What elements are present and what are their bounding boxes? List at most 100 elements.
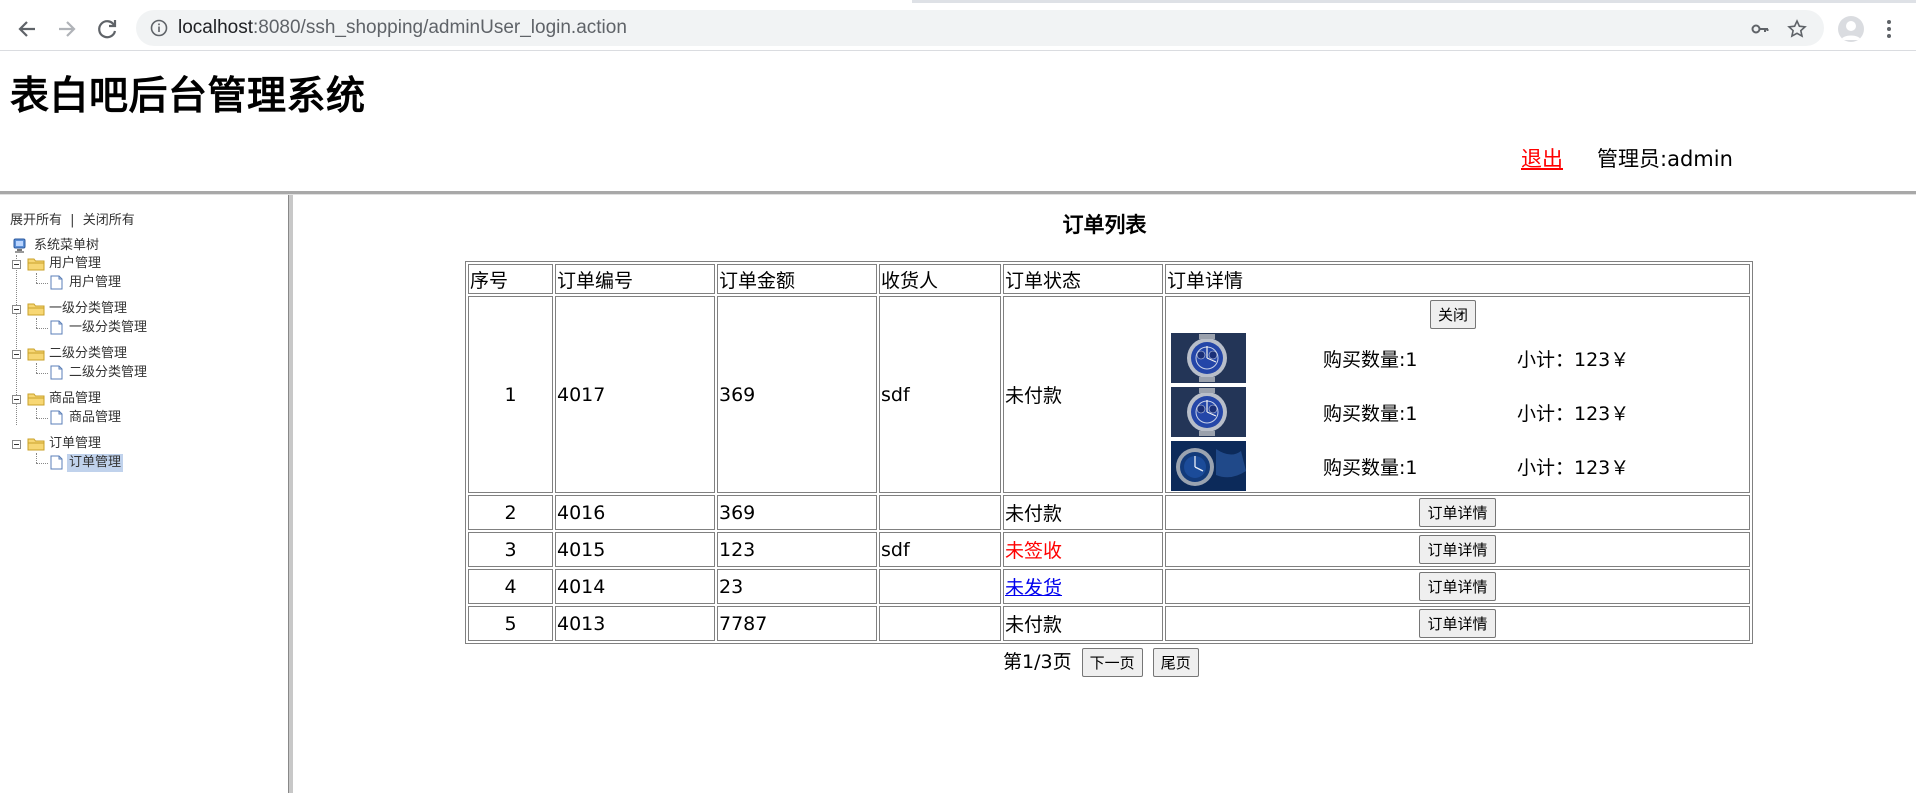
tree-controls: 展开所有 | 关闭所有 xyxy=(10,209,135,228)
cell-amount: 369 xyxy=(717,296,877,493)
tree-item-label: 订单管理 xyxy=(67,454,124,472)
last-page-button[interactable]: 尾页 xyxy=(1152,648,1199,677)
tree-branch-line xyxy=(36,273,37,283)
tree-item-category1[interactable]: 一级分类管理 xyxy=(67,319,149,337)
tree-branch-line xyxy=(36,283,48,284)
reload-button[interactable] xyxy=(93,15,121,43)
cell-order-code: 4015 xyxy=(555,532,715,567)
browser-toolbar: localhost:8080/ssh_shopping/adminUser_lo… xyxy=(0,3,1916,51)
expand-all-link[interactable]: 展开所有 xyxy=(10,213,62,228)
tree-item-users[interactable]: 用户管理 xyxy=(67,274,123,292)
address-bar[interactable]: localhost:8080/ssh_shopping/adminUser_lo… xyxy=(136,10,1824,46)
cell-receiver xyxy=(879,606,1001,641)
collapse-toggle-icon[interactable] xyxy=(12,440,21,449)
tree-item-category2[interactable]: 二级分类管理 xyxy=(67,364,149,382)
tree-root-label: 系统菜单树 xyxy=(34,238,100,253)
column-header: 序号 xyxy=(468,264,553,294)
order-list-frame: 订单列表 序号 订单编号 订单金额 收货人 订单状态 订单详情 1 4017 3… xyxy=(293,195,1916,793)
tree-group-category1[interactable]: 一级分类管理 xyxy=(47,300,129,318)
collapse-all-link[interactable]: 关闭所有 xyxy=(83,213,135,228)
folder-open-icon xyxy=(27,348,45,361)
back-button[interactable] xyxy=(13,15,41,43)
tree-item-orders[interactable]: 订单管理 xyxy=(67,454,124,472)
tree-group-category2[interactable]: 二级分类管理 xyxy=(47,345,129,363)
tree-item-products[interactable]: 商品管理 xyxy=(67,409,123,427)
collapse-toggle-icon[interactable] xyxy=(12,395,21,404)
tree-branch-line xyxy=(36,318,37,328)
cell-order-detail: 关闭 购买数量:1 小计：123￥ 购买数量:1 小计：123￥ 购买数量:1 … xyxy=(1165,296,1750,493)
status-text-unsigned: 未签收 xyxy=(1005,540,1063,562)
cell-index: 2 xyxy=(468,495,553,530)
detail-item-subtotal: 小计：123￥ xyxy=(1517,349,1630,371)
order-detail-button[interactable]: 订单详情 xyxy=(1419,498,1496,527)
page-icon xyxy=(50,275,63,290)
order-detail-button[interactable]: 订单详情 xyxy=(1419,609,1496,638)
folder-open-icon xyxy=(27,303,45,316)
folder-open-icon xyxy=(27,258,45,271)
cell-status: 未签收 xyxy=(1003,532,1163,567)
product-thumbnail[interactable] xyxy=(1171,441,1246,491)
logout-link[interactable]: 退出 xyxy=(1521,143,1563,173)
bookmark-button[interactable] xyxy=(1787,19,1807,39)
forward-button[interactable] xyxy=(53,15,81,43)
key-icon xyxy=(1751,24,1769,34)
cell-amount: 23 xyxy=(717,569,877,604)
cell-order-code: 4017 xyxy=(555,296,715,493)
profile-avatar[interactable] xyxy=(1838,16,1864,42)
table-row: 4 4014 23 未发货 订单详情 xyxy=(468,569,1750,604)
cell-amount: 7787 xyxy=(717,606,877,641)
tree-group-label: 订单管理 xyxy=(49,436,102,451)
table-row: 3 4015 123 sdf 未签收 订单详情 xyxy=(468,532,1750,567)
page-icon xyxy=(50,455,63,470)
system-title: 表白吧后台管理系统 xyxy=(10,74,366,119)
cell-receiver xyxy=(879,495,1001,530)
product-thumbnail[interactable] xyxy=(1171,333,1246,383)
page-icon xyxy=(50,320,63,335)
product-thumbnail[interactable] xyxy=(1171,387,1246,437)
order-list-title: 订单列表 xyxy=(1062,213,1147,237)
collapse-toggle-icon[interactable] xyxy=(12,350,21,359)
next-page-button[interactable]: 下一页 xyxy=(1081,648,1143,677)
cell-index: 3 xyxy=(468,532,553,567)
cell-receiver xyxy=(879,569,1001,604)
tree-item-label: 一级分类管理 xyxy=(69,320,148,335)
table-header-row: 序号 订单编号 订单金额 收货人 订单状态 订单详情 xyxy=(468,264,1750,294)
collapse-toggle-icon[interactable] xyxy=(12,260,21,269)
tree-item-label: 商品管理 xyxy=(69,410,122,425)
menu-tree-frame: 展开所有 | 关闭所有 系统菜单树 用户管理 用户管理 一级分类管理 一级分类管… xyxy=(0,195,288,793)
collapse-toggle-icon[interactable] xyxy=(12,305,21,314)
tree-item-label: 二级分类管理 xyxy=(69,365,148,380)
tree-group-products[interactable]: 商品管理 xyxy=(47,390,103,408)
header-frame: 表白吧后台管理系统 退出 管理员:admin xyxy=(0,51,1916,191)
tree-branch-line xyxy=(36,408,37,418)
table-row: 1 4017 369 sdf 未付款 关闭 购买数量:1 小计：123￥ 购买数… xyxy=(468,296,1750,493)
ship-order-link[interactable]: 未发货 xyxy=(1005,577,1062,599)
tree-group-users[interactable]: 用户管理 xyxy=(47,255,103,273)
person-icon xyxy=(1841,21,1861,40)
order-detail-button[interactable]: 订单详情 xyxy=(1419,535,1496,564)
cell-order-detail: 订单详情 xyxy=(1165,569,1750,604)
detail-item-quantity: 购买数量:1 xyxy=(1323,349,1418,371)
column-header: 订单详情 xyxy=(1165,264,1750,294)
order-detail-button[interactable]: 订单详情 xyxy=(1419,572,1496,601)
tree-branch-line xyxy=(36,463,48,464)
tree-group-label: 用户管理 xyxy=(49,256,102,271)
cell-order-detail: 订单详情 xyxy=(1165,606,1750,641)
password-key-button[interactable] xyxy=(1750,19,1770,39)
browser-menu-button[interactable] xyxy=(1884,16,1894,42)
close-detail-button[interactable]: 关闭 xyxy=(1430,300,1477,329)
tree-group-orders[interactable]: 订单管理 xyxy=(47,435,103,453)
more-vert-icon xyxy=(1887,20,1891,38)
table-row: 5 4013 7787 未付款 订单详情 xyxy=(468,606,1750,641)
cell-amount: 369 xyxy=(717,495,877,530)
tree-branch-line xyxy=(36,373,48,374)
detail-item-subtotal: 小计：123￥ xyxy=(1517,403,1630,425)
cell-receiver: sdf xyxy=(879,532,1001,567)
page-icon xyxy=(50,410,63,425)
site-info-icon[interactable] xyxy=(150,19,168,37)
cell-index: 5 xyxy=(468,606,553,641)
detail-item: 购买数量:1 小计：123￥ xyxy=(1171,387,1711,437)
tree-branch-line xyxy=(36,453,37,463)
column-header: 收货人 xyxy=(879,264,1001,294)
column-header: 订单状态 xyxy=(1003,264,1163,294)
